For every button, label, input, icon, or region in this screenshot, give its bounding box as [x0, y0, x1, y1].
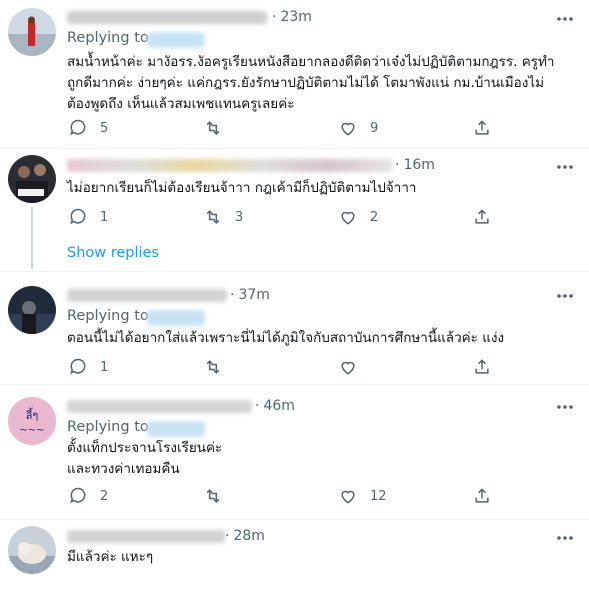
action-bar: 1 — [58, 355, 578, 379]
reply-icon — [70, 208, 86, 225]
like-count: 9 — [370, 120, 379, 136]
share-icon — [475, 209, 489, 224]
display-name-redacted — [67, 400, 252, 413]
action-bar: 1 3 2 — [58, 205, 578, 229]
display-name-redacted — [67, 11, 267, 24]
tweet-2[interactable]: · 16m ไม่อยากเรียนก็ไม่ต้องเรียนจ้าาา กฎเ… — [0, 149, 589, 271]
like-count: 12 — [370, 488, 387, 504]
retweet-icon — [206, 210, 220, 224]
tweet-text: ไม่อยากเรียนก็ไม่ต้องเรียนจ้าาา กฎเค้ามี… — [67, 180, 417, 196]
retweet-button[interactable] — [203, 116, 235, 140]
tweet-text: ตั้งแท็กประจานโรงเรียนค่ะ และทวงค่าเทอมค… — [67, 440, 223, 477]
thread-line — [31, 207, 33, 269]
tweet-3[interactable]: · 37m Replying to ตอนนี้ไม่ได้อยากใส่แล้ว… — [0, 272, 589, 384]
replying-to-handle-redacted[interactable] — [147, 421, 205, 437]
like-icon — [341, 122, 355, 136]
more-icon[interactable] — [553, 158, 577, 176]
replying-to: Replying to — [67, 308, 149, 324]
more-icon[interactable] — [553, 10, 577, 28]
timestamp[interactable]: · 16m — [395, 157, 435, 173]
display-name-redacted — [67, 159, 392, 172]
reply-icon — [70, 487, 86, 504]
reply-button[interactable]: 1 — [68, 355, 108, 379]
more-icon[interactable] — [553, 287, 577, 305]
tweet-5[interactable]: · 28m มีแล้วค่ะ แหะๆ — [0, 520, 589, 605]
retweet-button[interactable] — [203, 484, 235, 508]
timestamp[interactable]: · 37m — [230, 287, 270, 303]
reply-button[interactable]: 1 — [68, 205, 108, 229]
replying-to-handle-redacted[interactable] — [147, 310, 205, 326]
avatar[interactable] — [8, 8, 56, 56]
avatar[interactable]: ลี้ๆ ~~~ — [8, 397, 56, 445]
avatar[interactable] — [8, 526, 56, 574]
replying-to: Replying to — [67, 419, 149, 435]
tweet-text: ตอนนี้ไม่ได้อยากใส่แล้วเพราะนี่ไม่ได้ภูม… — [67, 330, 505, 346]
share-button[interactable] — [472, 484, 492, 508]
show-replies-link[interactable]: Show replies — [67, 245, 159, 261]
avatar[interactable] — [8, 155, 56, 203]
retweet-icon — [206, 360, 220, 374]
svg-text:~~~: ~~~ — [19, 425, 44, 436]
retweet-icon — [206, 121, 220, 135]
share-icon — [475, 488, 489, 503]
like-button[interactable]: 2 — [338, 205, 378, 229]
svg-text:ลี้ๆ: ลี้ๆ — [25, 407, 38, 422]
share-icon — [475, 359, 489, 374]
display-name-redacted — [67, 530, 225, 543]
reply-button[interactable]: 5 — [68, 116, 108, 140]
like-button[interactable]: 12 — [338, 484, 387, 508]
share-button[interactable] — [472, 205, 492, 229]
action-bar: 5 9 — [58, 116, 578, 140]
more-icon[interactable] — [553, 529, 577, 547]
share-button[interactable] — [472, 355, 492, 379]
timestamp[interactable]: · 23m — [272, 9, 312, 25]
retweet-button[interactable]: 3 — [203, 205, 243, 229]
retweet-count: 3 — [235, 209, 244, 225]
more-icon[interactable] — [553, 398, 577, 416]
action-bar: 2 12 — [58, 484, 578, 508]
reply-count: 1 — [100, 359, 109, 375]
reply-count: 2 — [100, 488, 109, 504]
avatar[interactable] — [8, 286, 56, 334]
timestamp[interactable]: · 46m — [255, 398, 295, 414]
reply-icon — [70, 358, 86, 375]
replying-to: Replying to — [67, 30, 149, 46]
reply-count: 5 — [100, 120, 109, 136]
like-icon — [341, 211, 355, 225]
tweet-text: มีแล้วค่ะ แหะๆ — [67, 549, 154, 565]
reply-count: 1 — [100, 209, 109, 225]
replying-to-handle-redacted[interactable] — [147, 32, 205, 48]
like-icon — [341, 490, 355, 504]
retweet-button[interactable] — [203, 355, 235, 379]
like-count: 2 — [370, 209, 379, 225]
tweet-1[interactable]: · 23m Replying to สมน้ำหน้าค่ะ มางัอรร.งั… — [0, 0, 589, 148]
share-button[interactable] — [472, 116, 492, 140]
reply-button[interactable]: 2 — [68, 484, 108, 508]
like-button[interactable]: 9 — [338, 116, 378, 140]
share-icon — [475, 120, 489, 135]
timestamp[interactable]: · 28m — [225, 528, 265, 544]
tweet-text: สมน้ำหน้าค่ะ มางัอรร.งัอครูเรียนหนังสือย… — [67, 54, 555, 112]
display-name-redacted — [67, 289, 227, 302]
retweet-icon — [206, 489, 220, 503]
reply-icon — [70, 119, 86, 136]
like-icon — [341, 361, 355, 375]
tweet-4[interactable]: ลี้ๆ ~~~ · 46m Replying to ตั้งแท็กประจาน… — [0, 385, 589, 519]
like-button[interactable] — [338, 355, 370, 379]
